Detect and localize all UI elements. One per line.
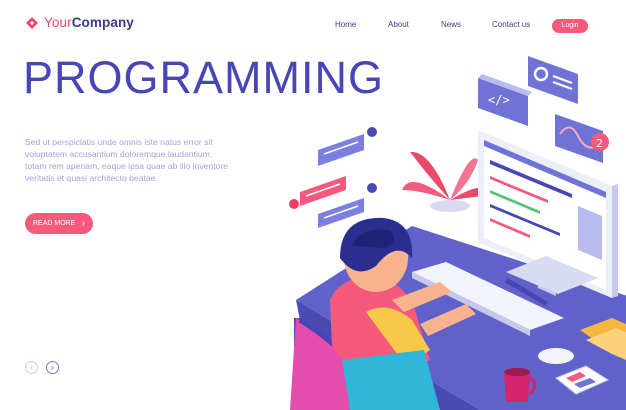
programmer-illustration: </> 2 [289, 56, 626, 410]
read-more-label: READ MORE [33, 220, 76, 227]
login-button[interactable]: Login [552, 19, 588, 33]
computer-mouse [538, 348, 574, 364]
chat-bubble-icon [318, 127, 377, 166]
gear-window-icon [528, 56, 578, 104]
hero-description: Sed ut perspiciatis unde omnis iste natu… [25, 137, 229, 183]
nav-news[interactable]: News [441, 20, 461, 29]
nav-home[interactable]: Home [335, 20, 356, 29]
read-more-button[interactable]: READ MORE › [25, 213, 93, 234]
nav-about[interactable]: About [388, 20, 409, 29]
carousel-prev-button[interactable]: ‹ [25, 361, 38, 374]
chat-bubble-icon [289, 176, 346, 209]
code-symbol-label: </> [488, 93, 510, 107]
nav-contact-us[interactable]: Contact us [492, 20, 530, 29]
code-window-icon: </> [478, 74, 532, 126]
potted-plant [402, 151, 483, 232]
carousel-next-button[interactable]: › [46, 361, 59, 374]
chevron-right-icon: › [82, 218, 85, 228]
notification-badge: 2 [591, 133, 609, 151]
top-navigation: Home About News Contact us [0, 18, 626, 36]
notification-count: 2 [596, 137, 603, 150]
